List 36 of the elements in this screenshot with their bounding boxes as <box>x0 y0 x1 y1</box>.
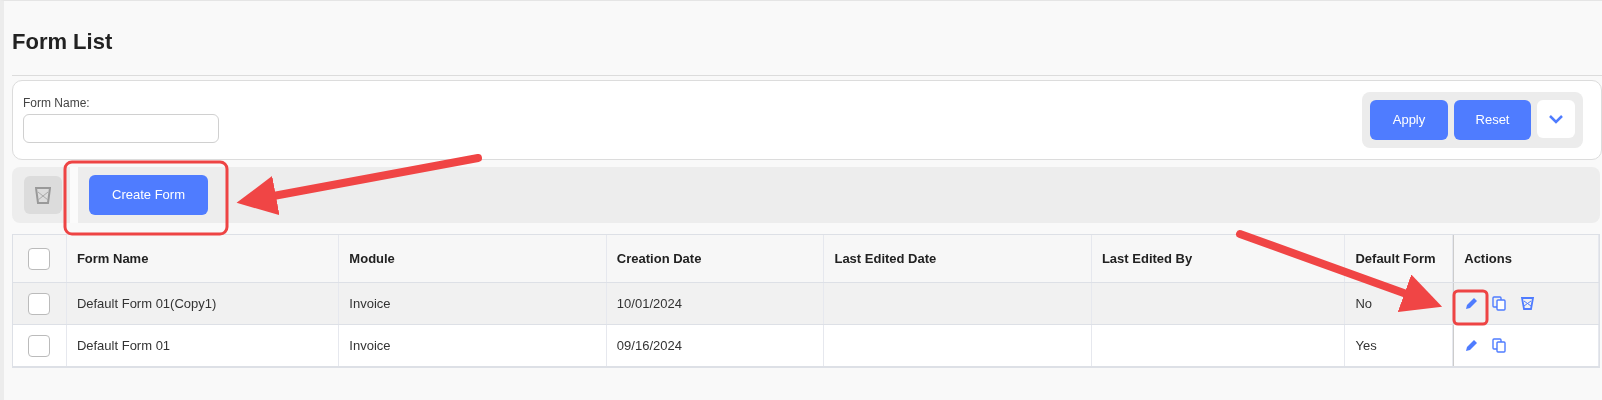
pencil-icon[interactable] <box>1464 296 1480 311</box>
reset-button[interactable]: Reset <box>1454 100 1531 140</box>
highlight-frame <box>1452 289 1489 326</box>
table-cell-text: Default Form 01(Copy1) <box>76 294 217 313</box>
table-cell-text: Invoice <box>349 336 391 355</box>
checkbox[interactable] <box>28 247 51 270</box>
column-header: Module <box>349 249 395 268</box>
copy-icon[interactable] <box>1492 338 1508 353</box>
column-header: Creation Date <box>616 249 702 268</box>
trash-icon <box>35 186 51 204</box>
delete-button[interactable] <box>24 176 62 214</box>
apply-button[interactable]: Apply <box>1370 100 1448 140</box>
expand-button[interactable] <box>1537 100 1575 138</box>
column-header: Actions <box>1464 249 1512 268</box>
pencil-icon[interactable] <box>1464 338 1480 353</box>
table-row[interactable]: Default Form 01(Copy1) Invoice 10/01/2024 No <box>13 283 1599 325</box>
trash-icon[interactable] <box>1520 296 1536 311</box>
checkbox[interactable] <box>28 334 51 357</box>
table-cell-text: No <box>1355 294 1373 313</box>
column-header: Last Edited By <box>1101 249 1193 268</box>
field-label: Form Name: <box>23 94 91 112</box>
column-header: Form Name <box>76 249 149 268</box>
table-row[interactable]: Default Form 01 Invoice 09/16/2024 Yes <box>13 325 1599 367</box>
create-form-button[interactable]: Create Form <box>89 175 208 215</box>
column-header: Last Edited Date <box>834 249 937 268</box>
table-cell-text: Invoice <box>349 294 391 313</box>
table-cell-text: 09/16/2024 <box>616 336 682 355</box>
checkbox[interactable] <box>28 292 51 315</box>
copy-icon[interactable] <box>1492 296 1508 311</box>
table-cell-text: Default Form 01 <box>76 336 171 355</box>
form-name-field[interactable] <box>23 113 219 143</box>
column-header: Default Form <box>1355 249 1436 268</box>
chevron-down-icon <box>1549 114 1563 124</box>
page-title: Form List <box>12 27 113 56</box>
table-cell-text: Yes <box>1355 336 1377 355</box>
table-cell-text: 10/01/2024 <box>616 294 682 313</box>
